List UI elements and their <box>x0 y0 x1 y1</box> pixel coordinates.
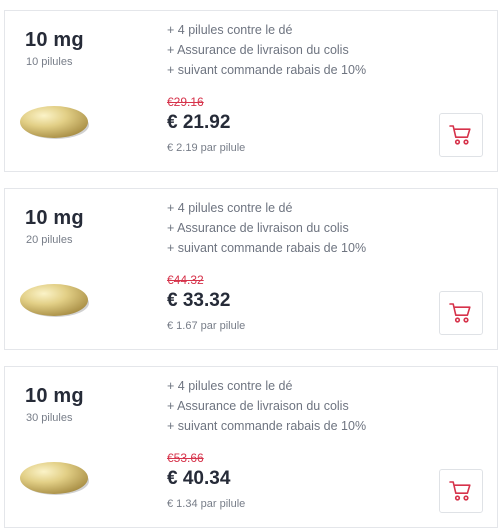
dose-label: 10 mg <box>25 385 84 407</box>
price: € 21.92 <box>167 112 231 133</box>
feature-list: + 4 pilules contre le dé + Assurance de … <box>167 198 366 258</box>
quantity-label: 30 pilules <box>26 412 73 424</box>
shopping-cart-icon <box>449 303 471 323</box>
add-to-cart-button[interactable] <box>439 469 483 513</box>
product-card: 10 mg 10 pilules + 4 pilules contre le d… <box>4 10 498 172</box>
unit-price: € 1.67 par pilule <box>167 320 246 332</box>
shopping-cart-icon <box>449 125 471 145</box>
pill-image <box>19 459 91 497</box>
feature-list: + 4 pilules contre le dé + Assurance de … <box>167 20 366 80</box>
dose-label: 10 mg <box>25 207 84 229</box>
price: € 40.34 <box>167 468 231 489</box>
old-price: €53.66 <box>167 451 204 465</box>
old-price: €44.32 <box>167 273 204 287</box>
pill-image <box>19 281 91 319</box>
feature-list: + 4 pilules contre le dé + Assurance de … <box>167 376 366 436</box>
feature-item: + Assurance de livraison du colis <box>167 221 349 235</box>
pill-image <box>19 103 91 141</box>
feature-item: + 4 pilules contre le dé <box>167 379 293 393</box>
feature-item: + suivant commande rabais de 10% <box>167 419 367 433</box>
feature-item: + 4 pilules contre le dé <box>167 23 293 37</box>
dose-label: 10 mg <box>25 29 84 51</box>
feature-item: + suivant commande rabais de 10% <box>167 241 367 255</box>
feature-item: + Assurance de livraison du colis <box>167 399 349 413</box>
product-card: 10 mg 20 pilules + 4 pilules contre le d… <box>4 188 498 350</box>
old-price: €29.16 <box>167 95 204 109</box>
add-to-cart-button[interactable] <box>439 291 483 335</box>
quantity-label: 20 pilules <box>26 234 73 246</box>
feature-item: + Assurance de livraison du colis <box>167 43 349 57</box>
add-to-cart-button[interactable] <box>439 113 483 157</box>
product-card: 10 mg 30 pilules + 4 pilules contre le d… <box>4 366 498 528</box>
unit-price: € 2.19 par pilule <box>167 142 246 154</box>
price: € 33.32 <box>167 290 231 311</box>
shopping-cart-icon <box>449 481 471 501</box>
feature-item: + 4 pilules contre le dé <box>167 201 293 215</box>
unit-price: € 1.34 par pilule <box>167 498 246 510</box>
quantity-label: 10 pilules <box>26 56 73 68</box>
feature-item: + suivant commande rabais de 10% <box>167 63 367 77</box>
